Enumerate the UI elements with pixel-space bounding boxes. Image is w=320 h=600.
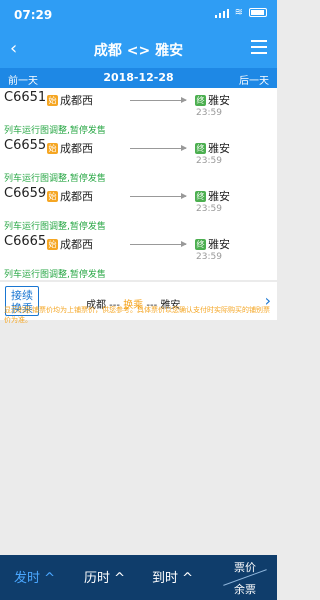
chevron-up-icon: ^ <box>44 571 56 586</box>
arrival-station-name: 雅安 <box>208 238 230 251</box>
arrival-time: 23:59 <box>196 204 222 214</box>
train-list: C6651 始 成都西 终 雅安 23:59 列车运行图调整,暂停发售 C665… <box>0 88 277 280</box>
arrival-station: 终 雅安 <box>195 236 230 252</box>
menu-icon[interactable] <box>251 40 267 56</box>
train-row[interactable]: C6655 始 成都西 终 雅安 23:59 列车运行图调整,暂停发售 <box>0 136 277 184</box>
status-icons: ≋ <box>214 7 267 18</box>
battery-icon <box>249 8 267 17</box>
arrival-station-name: 雅安 <box>208 190 230 203</box>
sale-notice: 列车运行图调整,暂停发售 <box>4 270 106 280</box>
status-bar: 07:29 ≋ <box>0 0 277 30</box>
signal-icon <box>214 8 229 18</box>
arrival-station-name: 雅安 <box>208 142 230 155</box>
arrival-time: 23:59 <box>196 252 222 262</box>
arrow-icon <box>130 97 187 103</box>
departure-station-name: 成都西 <box>60 142 93 155</box>
arrival-station: 终 雅安 <box>195 188 230 204</box>
departure-station: 始 成都西 <box>47 188 93 204</box>
arrival-station: 终 雅安 <box>195 92 230 108</box>
train-row[interactable]: C6665 始 成都西 终 雅安 23:59 列车运行图调整,暂停发售 <box>0 232 277 280</box>
start-badge: 始 <box>47 142 58 154</box>
train-number: C6655 <box>4 138 47 153</box>
sort-price-remaining-button[interactable]: 票价 余票 <box>217 559 273 596</box>
arrival-time: 23:59 <box>196 108 222 118</box>
arrow-icon <box>130 145 187 151</box>
sort-duration-button[interactable]: 历时 ^ <box>84 567 125 586</box>
sort-depart-label: 发时 <box>14 571 41 586</box>
selected-date[interactable]: 2018-12-28 <box>0 71 277 84</box>
end-badge: 终 <box>195 142 206 154</box>
start-badge: 始 <box>47 238 58 250</box>
departure-station-name: 成都西 <box>60 94 93 107</box>
status-time: 07:29 <box>14 8 53 22</box>
train-number: C6665 <box>4 234 47 249</box>
sale-notice: 列车运行图调整,暂停发售 <box>4 174 106 184</box>
sort-price-label: 票价 <box>234 561 256 574</box>
sort-remaining-label: 余票 <box>234 583 256 596</box>
arrival-station-name: 雅安 <box>208 94 230 107</box>
departure-station: 始 成都西 <box>47 140 93 156</box>
page-title: 成都 <> 雅安 <box>93 43 184 59</box>
departure-station-name: 成都西 <box>60 238 93 251</box>
arrival-station: 终 雅安 <box>195 140 230 156</box>
end-badge: 终 <box>195 238 206 250</box>
wifi-icon: ≋ <box>234 7 243 18</box>
sale-notice: 列车运行图调整,暂停发售 <box>4 222 106 232</box>
chevron-up-icon: ^ <box>114 571 126 586</box>
train-row[interactable]: C6651 始 成都西 终 雅安 23:59 列车运行图调整,暂停发售 <box>0 88 277 136</box>
train-number: C6659 <box>4 186 47 201</box>
arrow-icon <box>130 193 187 199</box>
departure-station: 始 成都西 <box>47 92 93 108</box>
bottom-sort-bar: 发时 ^ 历时 ^ 到时 ^ 票价 余票 <box>0 555 277 600</box>
transfer-button-line1: 接续 <box>11 289 33 302</box>
next-day-button[interactable]: 后一天 <box>239 72 269 87</box>
start-badge: 始 <box>47 94 58 106</box>
date-bar: 前一天 2018-12-28 后一天 <box>0 68 277 88</box>
sort-duration-label: 历时 <box>84 571 111 586</box>
nav-bar: ‹ 成都 <> 雅安 <box>0 30 277 68</box>
end-badge: 终 <box>195 94 206 106</box>
arrival-time: 23:59 <box>196 156 222 166</box>
start-badge: 始 <box>47 190 58 202</box>
price-disclaimer: 显示的卧铺票价均为上铺票价，供您参考。具体票价以您确认支付时实际购买的铺别票价为… <box>4 306 270 324</box>
train-row[interactable]: C6659 始 成都西 终 雅安 23:59 列车运行图调整,暂停发售 <box>0 184 277 232</box>
chevron-up-icon: ^ <box>182 571 194 586</box>
departure-station: 始 成都西 <box>47 236 93 252</box>
sort-arrive-label: 到时 <box>152 571 179 586</box>
arrow-icon <box>130 241 187 247</box>
end-badge: 终 <box>195 190 206 202</box>
sort-depart-button[interactable]: 发时 ^ <box>14 567 55 586</box>
sale-notice: 列车运行图调整,暂停发售 <box>4 126 106 136</box>
sort-arrive-button[interactable]: 到时 ^ <box>152 567 193 586</box>
departure-station-name: 成都西 <box>60 190 93 203</box>
train-number: C6651 <box>4 90 47 105</box>
